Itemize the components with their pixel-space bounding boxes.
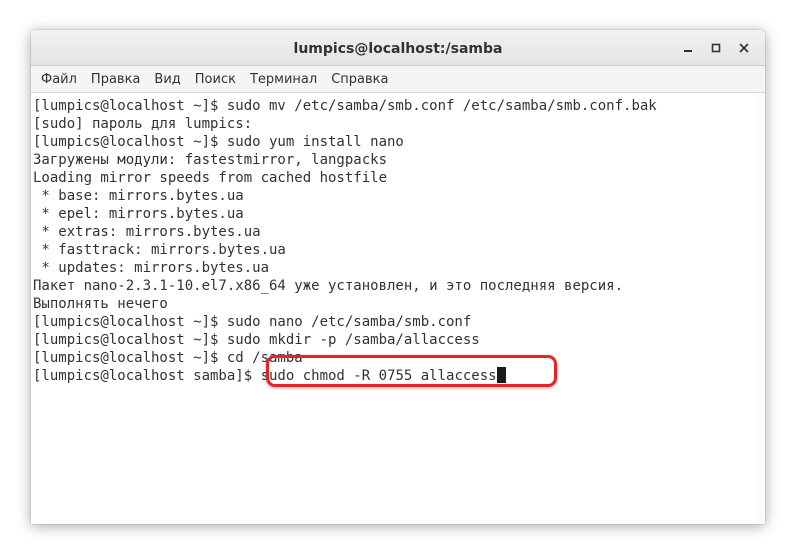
terminal-line: Выполнять нечего <box>33 296 168 312</box>
menu-view[interactable]: Вид <box>147 72 187 87</box>
current-command[interactable]: sudo chmod -R 0755 allaccess <box>261 368 497 384</box>
terminal-line: [lumpics@localhost ~]$ sudo mkdir -p /sa… <box>33 332 480 348</box>
menu-file[interactable]: Файл <box>34 72 84 87</box>
terminal-line: * base: mirrors.bytes.ua <box>33 188 244 204</box>
terminal-current-line[interactable]: [lumpics@localhost samba]$ sudo chmod -R… <box>33 367 765 385</box>
terminal-line: [sudo] пароль для lumpics: <box>33 116 253 132</box>
terminal-line: Загружены модули: fastestmirror, langpac… <box>33 152 388 168</box>
terminal-line: * fasttrack: mirrors.bytes.ua <box>33 242 286 258</box>
close-icon <box>739 43 749 52</box>
terminal-output[interactable]: [lumpics@localhost ~]$ sudo mv /etc/samb… <box>31 93 765 524</box>
terminal-line: Loading mirror speeds from cached hostfi… <box>33 170 388 186</box>
terminal-line: [lumpics@localhost ~]$ sudo nano /etc/sa… <box>33 314 472 330</box>
window-title: lumpics@localhost:/samba <box>293 41 503 57</box>
menu-help[interactable]: Справка <box>324 72 395 87</box>
terminal-line: [lumpics@localhost ~]$ sudo mv /etc/samb… <box>33 98 657 114</box>
terminal-window: lumpics@localhost:/samba Файл Правка Вид <box>31 30 765 524</box>
terminal-line: * epel: mirrors.bytes.ua <box>33 206 244 222</box>
menu-search[interactable]: Поиск <box>188 72 243 87</box>
terminal-line: [lumpics@localhost ~]$ cd /samba <box>33 350 303 366</box>
minimize-button[interactable] <box>675 35 701 61</box>
terminal-line: Пакет nano-2.3.1-10.el7.x86_64 уже устан… <box>33 278 624 294</box>
menu-edit[interactable]: Правка <box>84 72 147 87</box>
terminal-line: * extras: mirrors.bytes.ua <box>33 224 261 240</box>
menu-terminal[interactable]: Терминал <box>243 72 324 87</box>
close-button[interactable] <box>731 35 757 61</box>
minimize-icon <box>684 49 692 52</box>
title-bar[interactable]: lumpics@localhost:/samba <box>31 30 765 66</box>
text-cursor <box>496 367 506 383</box>
window-controls <box>673 30 757 65</box>
terminal-line: * updates: mirrors.bytes.ua <box>33 260 270 276</box>
maximize-icon <box>711 43 721 52</box>
menu-bar: Файл Правка Вид Поиск Терминал Справка <box>31 66 765 93</box>
maximize-button[interactable] <box>703 35 729 61</box>
terminal-prompt: [lumpics@localhost samba]$ <box>33 368 261 384</box>
terminal-line: [lumpics@localhost ~]$ sudo yum install … <box>33 134 404 150</box>
scrollbar[interactable] <box>757 93 765 524</box>
